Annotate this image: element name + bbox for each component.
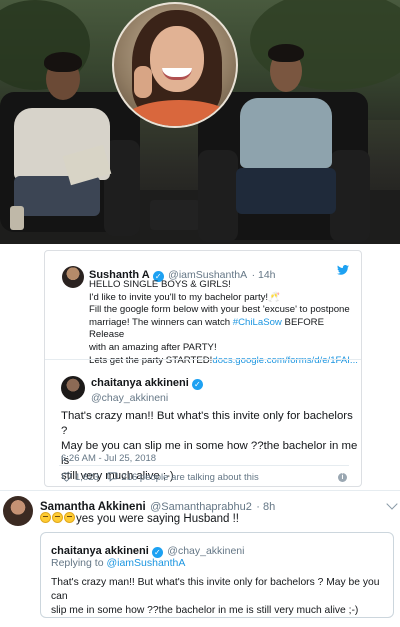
sushanth-avatar[interactable] bbox=[62, 266, 84, 288]
tweet-line: slip me in some how ??the bachelor in me… bbox=[51, 605, 359, 616]
divider bbox=[0, 490, 400, 491]
hashtag-link[interactable]: #ChiLaSow bbox=[233, 317, 282, 328]
embedded-tweet-card: Sushanth A ✓ @iamSushanthA · 14h HELLO SI… bbox=[44, 250, 362, 487]
tweet-line: marriage! The winners can watch #ChiLaSo… bbox=[89, 317, 359, 342]
inset-face bbox=[150, 26, 204, 92]
tweet-line: Lets get the party STARTED!docs.google.c… bbox=[89, 355, 359, 368]
inset-hand bbox=[134, 66, 152, 98]
tweet-line: HELLO SINGLE BOYS & GIRLS! bbox=[89, 279, 231, 290]
tweet-line: I'd like to invite you'll to my bachelor… bbox=[89, 291, 281, 303]
right-person-hair bbox=[268, 44, 304, 62]
verified-badge-icon: ✓ bbox=[191, 379, 203, 390]
header-photo bbox=[0, 0, 400, 244]
replying-to: Replying to @iamSushanthA bbox=[51, 557, 185, 569]
thinking-face-emoji bbox=[52, 512, 63, 523]
tweet-line-text: marriage! The winners can watch bbox=[89, 316, 233, 328]
glass bbox=[10, 206, 24, 230]
sushanth-tweet-text: HELLO SINGLE BOYS & GIRLS! I'd like to i… bbox=[89, 279, 359, 367]
divider bbox=[45, 359, 361, 360]
like-button[interactable]: 1,623 bbox=[61, 472, 101, 483]
quoted-author-name[interactable]: chaitanya akkineni bbox=[51, 545, 149, 557]
quoted-author-handle[interactable]: @chay_akkineni bbox=[167, 545, 244, 557]
thinking-face-emoji bbox=[40, 512, 51, 523]
tweet-line-text: Lets get the party STARTED! bbox=[89, 354, 213, 366]
inset-portrait bbox=[112, 2, 238, 128]
divider bbox=[59, 465, 349, 466]
side-table bbox=[150, 200, 200, 230]
talking-count: 216 people are talking about this bbox=[121, 472, 259, 483]
left-person-hair bbox=[44, 52, 82, 72]
heart-icon bbox=[61, 472, 72, 482]
conversation-button[interactable]: 216 people are talking about this bbox=[107, 472, 259, 483]
chaitanya-header: chaitanya akkineni ✓ @chay_akkineni bbox=[91, 373, 203, 404]
quoted-tweet[interactable]: chaitanya akkineni ✓ @chay_akkineni Reply… bbox=[40, 532, 394, 618]
like-count: 1,623 bbox=[75, 472, 99, 483]
google-form-link[interactable]: docs.google.com/forms/d/e/1FAI... bbox=[212, 355, 358, 366]
replying-to-prefix: Replying to bbox=[51, 557, 107, 569]
right-person-trousers bbox=[236, 168, 336, 214]
twitter-bird-icon[interactable] bbox=[337, 265, 349, 275]
samantha-reply-text: yes you were saying Husband !! bbox=[40, 512, 239, 525]
right-sofa-arm bbox=[198, 150, 238, 242]
tweet-line: That's crazy man!! But what's this invit… bbox=[61, 410, 353, 437]
chaitanya-name[interactable]: chaitanya akkineni bbox=[91, 377, 189, 389]
right-person-shirt bbox=[240, 98, 332, 168]
reply-text: yes you were saying Husband !! bbox=[76, 513, 240, 525]
samantha-time[interactable]: · 8h bbox=[256, 501, 275, 513]
tweet-line: with an amazing after PARTY! bbox=[89, 341, 217, 353]
speech-bubble-icon bbox=[107, 472, 118, 482]
info-icon[interactable]: i bbox=[338, 473, 347, 482]
samantha-avatar[interactable] bbox=[3, 496, 33, 526]
chaitanya-avatar[interactable] bbox=[61, 376, 85, 400]
left-person-jeans bbox=[14, 176, 100, 216]
thinking-face-emoji bbox=[64, 512, 75, 523]
chaitanya-handle[interactable]: @chay_akkineni bbox=[91, 392, 203, 404]
engagement-bar: 1,623 216 people are talking about this bbox=[61, 471, 259, 483]
chaitanya-timestamp[interactable]: 6:26 AM - Jul 25, 2018 bbox=[61, 453, 156, 464]
chevron-down-icon[interactable] bbox=[386, 498, 398, 510]
tweet-line: Fill the google form below with your bes… bbox=[89, 304, 350, 316]
tweet-line: That's crazy man!! But what's this invit… bbox=[51, 577, 380, 602]
right-sofa-arm bbox=[330, 150, 370, 242]
quoted-text: That's crazy man!! But what's this invit… bbox=[51, 576, 391, 618]
replying-to-handle[interactable]: @iamSushanthA bbox=[106, 557, 185, 569]
